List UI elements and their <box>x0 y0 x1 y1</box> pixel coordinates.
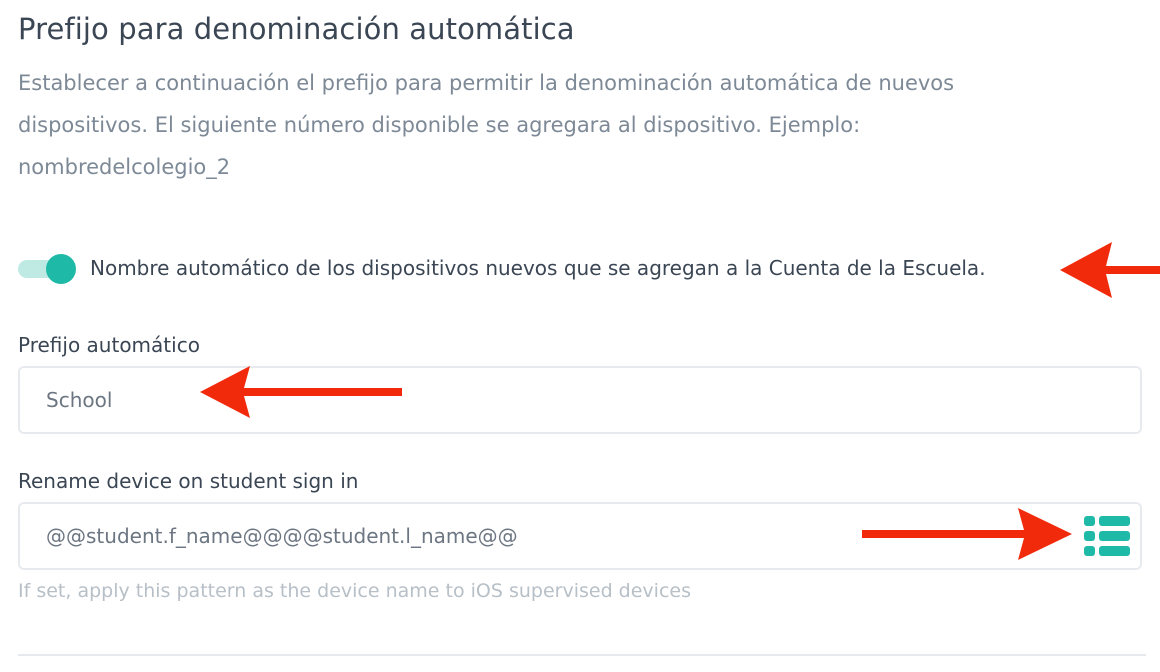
annotation-arrow-list-icon <box>862 508 1072 560</box>
auto-name-toggle[interactable] <box>18 254 76 284</box>
annotation-arrow-prefix <box>200 366 402 418</box>
prefix-input[interactable] <box>46 368 946 432</box>
toggle-knob <box>46 254 76 284</box>
rename-pattern-input[interactable] <box>46 504 946 568</box>
list-icon[interactable] <box>1082 516 1132 556</box>
prefix-input-box <box>18 366 1142 434</box>
section-title: Prefijo para denominación automática <box>18 12 575 46</box>
rename-field-label: Rename device on student sign in <box>18 469 359 493</box>
settings-page: Prefijo para denominación automática Est… <box>0 0 1160 672</box>
auto-name-toggle-label: Nombre automático de los dispositivos nu… <box>90 256 986 280</box>
section-description: Establecer a continuación el prefijo par… <box>18 71 955 179</box>
rename-field-hint: If set, apply this pattern as the device… <box>18 580 691 602</box>
prefix-field-label: Prefijo automático <box>18 333 200 357</box>
annotation-arrow-toggle <box>1060 242 1160 298</box>
section-divider <box>18 654 1146 656</box>
